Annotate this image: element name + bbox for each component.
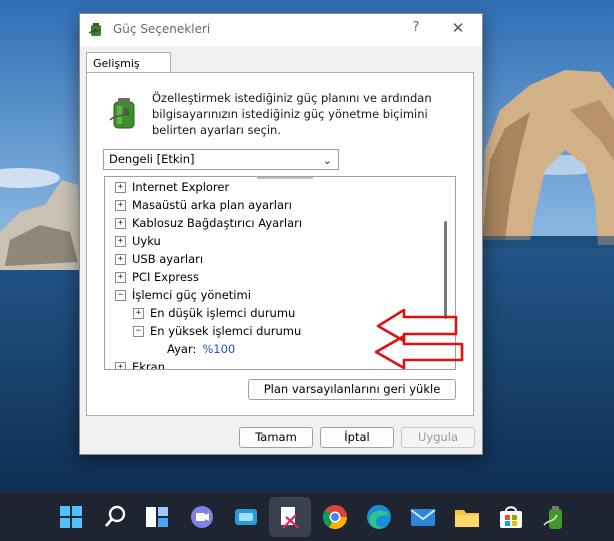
battery-power-icon — [109, 98, 135, 129]
collapse-icon[interactable]: − — [115, 290, 126, 301]
tree-item-label: Uyku — [132, 234, 161, 248]
tree-item-usb[interactable]: + USB ayarları — [115, 250, 203, 268]
chevron-down-icon: ⌄ — [322, 154, 332, 167]
power-options-dialog: Güç Seçenekleri ? ✕ Gelişmiş ayarlar Öze… — [79, 13, 483, 455]
tree-item-label: Kablosuz Bağdaştırıcı Ayarları — [132, 216, 303, 230]
chrome-icon[interactable] — [319, 501, 351, 533]
file-explorer-icon[interactable] — [451, 501, 483, 533]
power-options-battery-icon[interactable] — [539, 501, 571, 533]
snipping-tool-icon[interactable] — [274, 501, 306, 533]
tree-item-label: İşlemci güç yönetimi — [132, 288, 251, 302]
setting-value-link[interactable]: %100 — [202, 342, 235, 356]
power-plan-dropdown[interactable]: Dengeli [Etkin] ⌄ — [103, 149, 339, 170]
tree-item-display[interactable]: + Ekran — [115, 358, 165, 370]
tree-item-label: Masaüstü arka plan ayarları — [132, 198, 292, 212]
mail-icon[interactable] — [407, 501, 439, 533]
tree-item-label: USB ayarları — [132, 252, 204, 266]
tree-item-label: En düşük işlemci durumu — [150, 306, 296, 320]
scroll-indicator — [257, 177, 313, 179]
tree-item-processor-power[interactable]: − İşlemci güç yönetimi — [115, 286, 251, 304]
tree-item-wireless-adapter[interactable]: + Kablosuz Bağdaştırıcı Ayarları — [115, 214, 302, 232]
edge-icon[interactable] — [363, 501, 395, 533]
tree-item-internet-explorer[interactable]: + Internet Explorer — [115, 178, 229, 196]
annotation-arrows — [374, 308, 464, 370]
window-title: Güç Seçenekleri — [113, 22, 211, 36]
power-plan-value: Dengeli [Etkin] — [109, 152, 195, 166]
close-button[interactable]: ✕ — [450, 19, 466, 37]
tree-item-label: En yüksek işlemci durumu — [150, 324, 302, 338]
expand-icon[interactable]: + — [133, 308, 144, 319]
expand-icon[interactable]: + — [115, 236, 126, 247]
tree-item-label: Ekran — [132, 360, 165, 370]
tree-item-min-processor-state[interactable]: + En düşük işlemci durumu — [133, 304, 295, 322]
tree-setting-row: Ayar: %100 — [167, 340, 235, 358]
taskbar — [0, 492, 614, 541]
expand-icon[interactable]: + — [115, 218, 126, 229]
task-view-icon[interactable] — [141, 501, 173, 533]
setting-label: Ayar: — [167, 342, 197, 356]
apply-button[interactable]: Uygula — [401, 427, 475, 448]
expand-icon[interactable]: + — [115, 362, 126, 369]
help-button[interactable]: ? — [408, 20, 424, 35]
widgets-icon[interactable] — [230, 501, 262, 533]
power-options-icon — [88, 23, 101, 36]
tree-item-pci-express[interactable]: + PCI Express — [115, 268, 199, 286]
tree-item-max-processor-state[interactable]: − En yüksek işlemci durumu — [133, 322, 301, 340]
search-icon[interactable] — [99, 501, 131, 533]
restore-defaults-button[interactable]: Plan varsayılanlarını geri yükle — [248, 379, 456, 400]
expand-icon[interactable]: + — [115, 254, 126, 265]
cancel-button[interactable]: İptal — [320, 427, 394, 448]
expand-icon[interactable]: + — [115, 200, 126, 211]
tree-item-label: Internet Explorer — [132, 180, 230, 194]
title-bar[interactable]: Güç Seçenekleri ? ✕ — [80, 14, 482, 46]
tree-item-label: PCI Express — [132, 270, 199, 284]
teams-chat-icon[interactable] — [186, 501, 218, 533]
tree-item-desktop-background[interactable]: + Masaüstü arka plan ayarları — [115, 196, 292, 214]
windows-start-icon[interactable] — [55, 501, 87, 533]
description-text: Özelleştirmek istediğiniz güç planını ve… — [152, 91, 432, 137]
microsoft-store-icon[interactable] — [495, 501, 527, 533]
collapse-icon[interactable]: − — [133, 326, 144, 337]
tab-advanced-settings[interactable]: Gelişmiş ayarlar — [86, 52, 171, 91]
expand-icon[interactable]: + — [115, 182, 126, 193]
expand-icon[interactable]: + — [115, 272, 126, 283]
ok-button[interactable]: Tamam — [239, 427, 313, 448]
tree-item-sleep[interactable]: + Uyku — [115, 232, 161, 250]
